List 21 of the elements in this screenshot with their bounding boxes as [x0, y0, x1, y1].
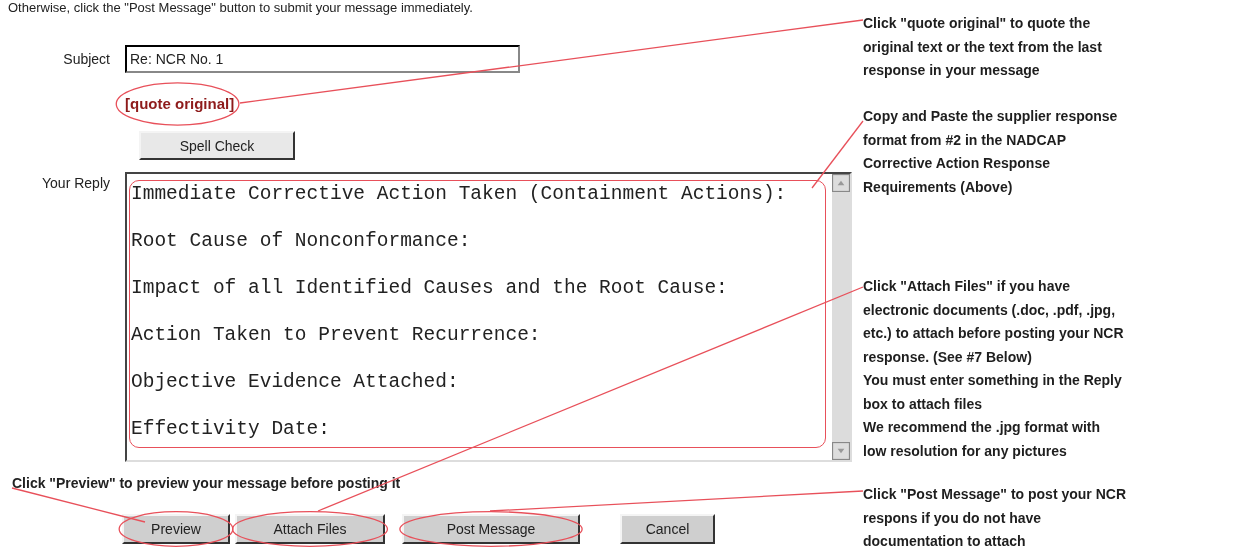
reply-text-line: Action Taken to Prevent Recurrence: [131, 324, 542, 348]
quote-original-link[interactable]: [quote original] [125, 95, 235, 112]
callout-text: Click "Post Message" to post your NCR respons if you do not have documentation to attach [863, 485, 1126, 549]
form-button[interactable]: Post Message [402, 514, 580, 544]
reply-label: Your Reply [41, 174, 111, 191]
form-button[interactable]: Attach Files [235, 514, 385, 544]
subject-label: Subject [62, 51, 111, 67]
intro-text: Otherwise, click the "Post Message" button to submit your message immediately. [7, 0, 474, 15]
reply-text-line: Root Cause of Nonconformance: [131, 230, 472, 254]
callout-text: Click "quote original" to quote the original text or the text from the last response in your message [863, 14, 1102, 80]
preview-note: Click "Preview" to preview your message before posting it [12, 475, 402, 492]
reply-text-line: Immediate Corrective Action Taken (Containment Actions): [131, 183, 788, 207]
reply-text-line: Impact of all Identified Causes and the Root Cause: [131, 277, 729, 301]
subject-field[interactable]: Re: NCR No. 1 [125, 45, 520, 73]
callout-text: Copy and Paste the supplier response format from #2 in the NADCAP Corrective Action Response Requirements (Above) [863, 107, 1118, 197]
callout-text: Click "Attach Files" if you have electronic documents (.doc, .pdf, .jpg, etc.) to attach before posting your NCR response. (See #7 Below) You must enter something in the Reply box to attach files We recommend the .jpg format with low resolution for any pictures [863, 277, 1124, 461]
form-button[interactable]: Preview [122, 514, 230, 544]
reply-text-line: Objective Evidence Attached: [131, 371, 460, 395]
form-button[interactable]: Cancel [620, 514, 715, 544]
spell-check-button[interactable]: Spell Check [139, 131, 295, 160]
reply-text-line: Effectivity Date: [131, 418, 331, 442]
